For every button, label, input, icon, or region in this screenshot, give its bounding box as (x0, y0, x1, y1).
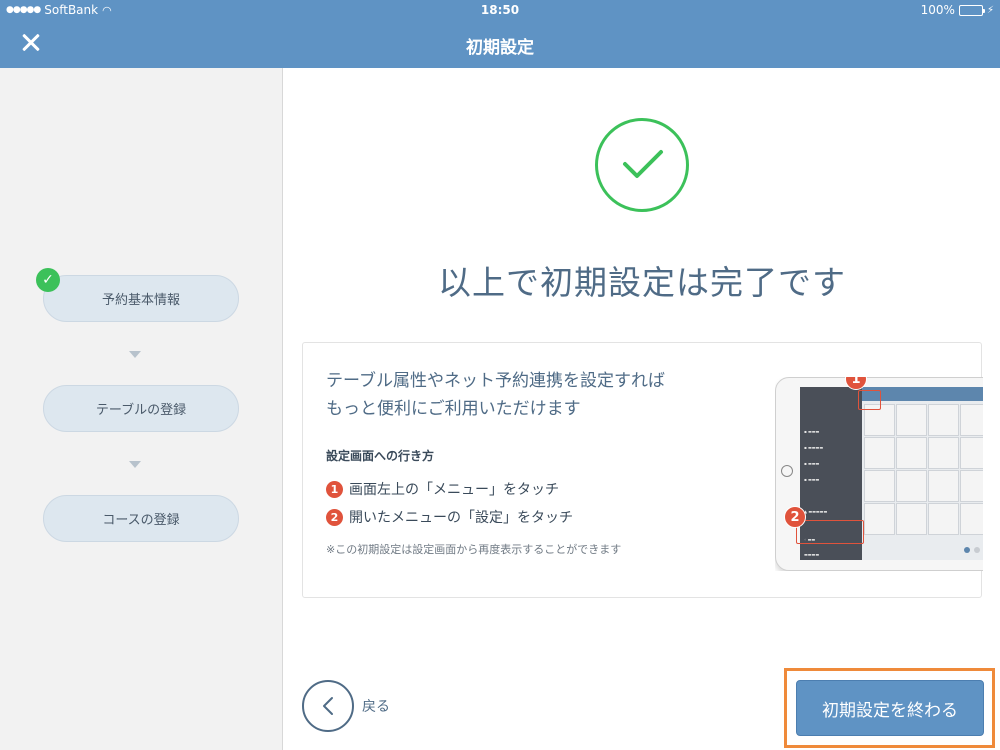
step-number-badge: 2 (326, 508, 343, 526)
arrow-down-icon (129, 351, 141, 358)
settings-highlight (796, 520, 864, 544)
menu-highlight (858, 390, 881, 410)
howto-step-text: 開いたメニューの「設定」をタッチ (349, 510, 573, 526)
step-table-registration: テーブルの登録 (43, 385, 239, 432)
battery-percent: 100% (920, 3, 955, 17)
step-course-registration: コースの登録 (43, 495, 239, 542)
steps-sidebar: 予約基本情報 ✓ テーブルの登録 コースの登録 (0, 68, 283, 750)
page-title: 初期設定 (466, 38, 534, 58)
completion-headline: 以上で初期設定は完了です (438, 263, 846, 302)
main-content: 以上で初期設定は完了です テーブル属性やネット予約連携を設定すれば もっと便利に… (284, 68, 1000, 750)
finish-setup-button[interactable]: 初期設定を終わる (796, 680, 984, 736)
battery-indicator: 100% ⚡ (921, 3, 994, 17)
chevron-left-icon (323, 697, 333, 715)
info-note: ※この初期設定は設定画面から再度表示することができます (326, 543, 622, 556)
step-label: コースの登録 (102, 513, 180, 528)
battery-icon (958, 4, 985, 16)
arrow-down-icon (129, 461, 141, 468)
check-icon: ✓ (36, 268, 60, 292)
pagination-dots (964, 547, 983, 553)
info-card: テーブル属性やネット予約連携を設定すれば もっと便利にご利用いただけます 設定画… (302, 342, 983, 598)
howto-title: 設定画面への行き方 (326, 449, 435, 463)
charging-icon: ⚡ (986, 4, 994, 16)
home-button-icon (781, 465, 793, 477)
status-bar: ●●●●● SoftBank ◠ 18:50 100% ⚡ (0, 0, 1000, 20)
back-label[interactable]: 戻る (362, 696, 390, 716)
info-lead-line2: もっと便利にご利用いただけます (326, 399, 581, 419)
info-lead: テーブル属性やネット予約連携を設定すれば もっと便利にご利用いただけます (326, 367, 746, 423)
callout-2: 2 (784, 506, 806, 528)
info-lead-line1: テーブル属性やネット予約連携を設定すれば (326, 371, 665, 391)
step-number-badge: 1 (326, 480, 343, 498)
step-reservation-info: 予約基本情報 (43, 275, 239, 322)
navigation-bar: ●●●●● SoftBank ◠ 18:50 100% ⚡ 初期設定 (0, 0, 1000, 68)
back-button[interactable] (302, 680, 354, 732)
step-label: テーブルの登録 (95, 403, 187, 418)
howto-step-text: 画面左上の「メニュー」をタッチ (349, 482, 559, 498)
howto-step-2: 2 開いたメニューの「設定」をタッチ (326, 507, 573, 527)
success-check-icon (595, 118, 689, 212)
howto-step-1: 1 画面左上の「メニュー」をタッチ (326, 479, 559, 499)
clock: 18:50 (480, 3, 520, 17)
finish-button-highlight: 初期設定を終わる (784, 668, 995, 748)
step-label: 予約基本情報 (101, 293, 180, 308)
tablet-illustration: ▪ ▬▬▬ ▪ ▬▬▬▬ ▪ ▬▬▬ ▪ ▬▬▬ ▲ ▬▬▬▬▬ ◦ ▬▬ ▬▬… (775, 377, 983, 571)
